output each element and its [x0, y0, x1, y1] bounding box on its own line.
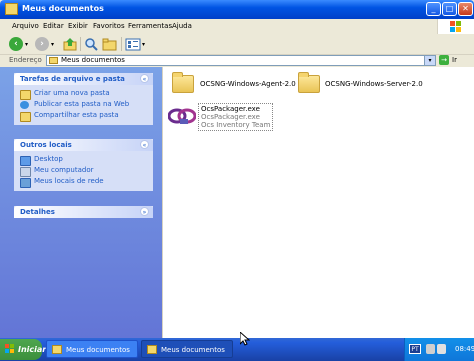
window-title: Meus documentos — [22, 4, 104, 13]
task-pane: Tarefas de arquivo e pasta « Criar uma n… — [0, 67, 162, 338]
address-label: Endereço — [9, 56, 42, 64]
toolbar-separator — [121, 37, 122, 51]
collapse-chevron-icon[interactable]: « — [140, 74, 149, 83]
folder-icon — [298, 72, 320, 93]
link-my-computer[interactable]: Meu computador — [20, 165, 147, 177]
start-button[interactable]: Iniciar — [0, 339, 46, 360]
taskbar-button-label: Meus documentos — [161, 346, 225, 354]
toolbar-separator — [80, 37, 81, 51]
folder-icon — [172, 72, 194, 93]
toolbar: ‹ ▾ › ▾ ▾ — [0, 34, 474, 55]
forward-button[interactable]: › — [35, 37, 49, 51]
share-folder-icon — [20, 112, 31, 122]
language-indicator[interactable]: PT — [409, 344, 421, 354]
expand-chevron-icon[interactable]: » — [140, 207, 149, 216]
link-desktop[interactable]: Desktop — [20, 154, 147, 166]
panel-details: Detalhes » — [14, 206, 153, 218]
link-share-folder[interactable]: Compartilhar esta pasta — [20, 110, 147, 122]
start-label: Iniciar — [18, 345, 47, 354]
file-company: Ocs Inventory Team — [201, 121, 271, 129]
close-button[interactable]: ✕ — [458, 2, 473, 16]
file-name[interactable]: OcsPackager.exe — [201, 105, 270, 113]
go-button[interactable]: Ir — [452, 56, 457, 64]
panel-other-places: Outros locais « Desktop Meu computador M… — [14, 139, 153, 191]
address-bar: Endereço Meus documentos ▾ → Ir — [0, 55, 474, 67]
ocs-app-icon — [167, 105, 197, 127]
mouse-cursor-icon — [240, 332, 250, 346]
go-arrow-icon[interactable]: → — [439, 55, 449, 65]
folders-icon[interactable] — [102, 37, 117, 51]
back-dropdown-icon[interactable]: ▾ — [25, 41, 28, 48]
network-tray-icon[interactable] — [426, 344, 435, 354]
system-tray: PT 08:49 — [404, 338, 474, 361]
file-label[interactable]: OcsPackager.exe OcsPackager.exe Ocs Inve… — [198, 103, 274, 131]
menu-exibir[interactable]: Exibir — [68, 22, 88, 30]
taskbar: Iniciar Meus documentos Meus documentos … — [0, 338, 474, 361]
menu-ferramentas[interactable]: Ferramentas — [128, 22, 172, 30]
address-value[interactable]: Meus documentos — [61, 56, 125, 64]
title-bar[interactable]: Meus documentos _ □ ✕ — [0, 0, 474, 19]
menu-bar: Arquivo Editar Exibir Favoritos Ferramen… — [0, 19, 474, 35]
menu-ajuda[interactable]: Ajuda — [172, 22, 192, 30]
link-new-folder[interactable]: Criar uma nova pasta — [20, 88, 147, 100]
clock: 08:49 — [455, 345, 474, 353]
address-input[interactable]: Meus documentos ▾ — [46, 55, 436, 66]
panel-header[interactable]: Tarefas de arquivo e pasta « — [14, 73, 153, 85]
link-network-places[interactable]: Meus locais de rede — [20, 176, 147, 188]
panel-file-tasks: Tarefas de arquivo e pasta « Criar uma n… — [14, 73, 153, 125]
folder-icon — [49, 57, 58, 64]
maximize-button[interactable]: □ — [442, 2, 457, 16]
folder-icon — [5, 3, 18, 15]
taskbar-button[interactable]: Meus documentos — [46, 340, 138, 358]
globe-icon — [20, 101, 29, 109]
link-publish-web[interactable]: Publicar esta pasta na Web — [20, 99, 147, 110]
windows-logo-icon — [437, 19, 474, 34]
minimize-button[interactable]: _ — [426, 2, 441, 16]
panel-title: Outros locais — [20, 141, 72, 149]
panel-title: Detalhes — [20, 208, 55, 216]
up-folder-icon[interactable] — [63, 37, 77, 51]
menu-favoritos[interactable]: Favoritos — [93, 22, 125, 30]
taskbar-button-label: Meus documentos — [66, 346, 130, 354]
file-description: OcsPackager.exe — [201, 113, 260, 121]
address-dropdown-icon[interactable]: ▾ — [424, 56, 435, 65]
file-name[interactable]: OCSNG-Windows-Server-2.0 — [325, 80, 423, 88]
views-dropdown-icon[interactable]: ▾ — [142, 41, 145, 48]
search-icon[interactable] — [84, 37, 98, 51]
explorer-window: Meus documentos _ □ ✕ Arquivo Editar Exi… — [0, 0, 474, 338]
back-button[interactable]: ‹ — [9, 37, 23, 51]
menu-editar[interactable]: Editar — [43, 22, 64, 30]
folder-icon — [147, 345, 157, 354]
panel-title: Tarefas de arquivo e pasta — [20, 75, 125, 83]
file-name[interactable]: OCSNG-Windows-Agent-2.0 — [200, 80, 296, 88]
views-icon[interactable] — [125, 37, 141, 51]
panel-header[interactable]: Detalhes » — [14, 206, 153, 218]
collapse-chevron-icon[interactable]: « — [140, 140, 149, 149]
network-icon — [20, 178, 31, 188]
panel-header[interactable]: Outros locais « — [14, 139, 153, 151]
forward-dropdown-icon[interactable]: ▾ — [51, 41, 54, 48]
taskbar-button-active[interactable]: Meus documentos — [141, 340, 233, 358]
menu-arquivo[interactable]: Arquivo — [12, 22, 39, 30]
windows-flag-icon — [5, 344, 14, 353]
file-list: OCSNG-Windows-Agent-2.0 OCSNG-Windows-Se… — [162, 67, 474, 338]
folder-icon — [52, 345, 62, 354]
speaker-tray-icon[interactable] — [437, 344, 446, 354]
